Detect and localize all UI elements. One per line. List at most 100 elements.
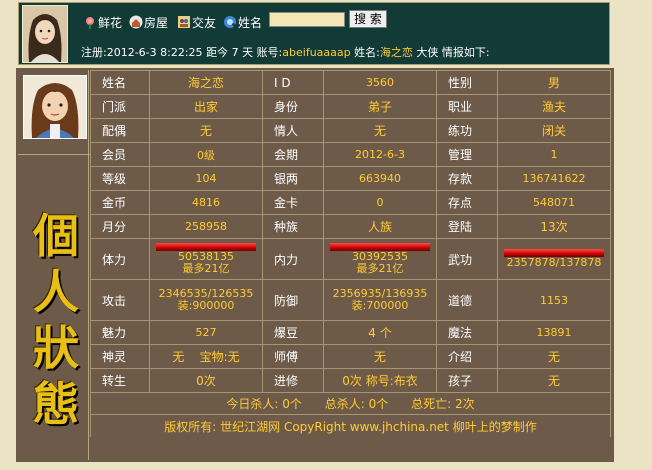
- nav-friends[interactable]: 交友: [177, 13, 216, 31]
- table-row: 体力 50538135 最多21亿 内力 30392535 最多21亿 武功 2…: [90, 238, 611, 280]
- side-divider: [18, 154, 90, 155]
- stat-label: 情人: [262, 118, 324, 143]
- table-row: 转生 0次 进修 0次 称号:布衣 孩子 无: [90, 368, 611, 393]
- stat-label: 存点: [436, 190, 498, 215]
- stat-value-sect: 出家: [149, 94, 263, 119]
- stat-value-term: 2012-6-3: [323, 142, 437, 167]
- table-row: 神灵 无 宝物:无 师傅 无 介绍 无: [90, 344, 611, 369]
- stat-value-child: 无: [497, 368, 611, 393]
- stat-label: 会期: [262, 142, 324, 167]
- stat-label: 介绍: [436, 344, 498, 369]
- stat-label: 登陆: [436, 214, 498, 239]
- stat-value-gender: 男: [497, 70, 611, 95]
- stat-label: 攻击: [90, 279, 150, 321]
- stat-value-master: 无: [323, 344, 437, 369]
- character-name: 海之恋: [379, 46, 413, 59]
- registration-info: 注册:2012-6-3 8:22:25 距今 7 天 账号:abeifuaaaa…: [81, 44, 490, 60]
- stat-value-member: 0级: [149, 142, 263, 167]
- stat-label: 存款: [436, 166, 498, 191]
- stat-label: 爆豆: [262, 320, 324, 345]
- stat-value-defense: 2356935/136935 装:700000: [323, 279, 437, 321]
- stat-value-level: 104: [149, 166, 263, 191]
- stats-table: 姓名 海之恋 I D 3560 性别 男 门派 出家 身份 弟子 职业 渔夫 配…: [90, 70, 611, 437]
- treasure-value: 宝物:无: [199, 350, 240, 364]
- stat-value-goldcard: 0: [323, 190, 437, 215]
- stat-value-mp: 30392535 最多21亿: [323, 238, 437, 280]
- stat-label: 银两: [262, 166, 324, 191]
- stat-label: 防御: [262, 279, 324, 321]
- martial-value: 2357878/137878: [506, 256, 602, 269]
- stat-label: 练功: [436, 118, 498, 143]
- stat-label: 身份: [262, 94, 324, 119]
- stat-value-magic: 13891: [497, 320, 611, 345]
- spirit-value: 无: [172, 350, 185, 364]
- stat-label: 种族: [262, 214, 324, 239]
- stat-value-advance: 0次 称号:布衣: [323, 368, 437, 393]
- stat-value-charm: 527: [149, 320, 263, 345]
- stat-label: 魅力: [90, 320, 150, 345]
- stat-value-id: 3560: [323, 70, 437, 95]
- stat-value-job: 渔夫: [497, 94, 611, 119]
- user-avatar[interactable]: [22, 5, 68, 63]
- stat-value-gold: 4816: [149, 190, 263, 215]
- account-name: abeifuaaaap: [282, 46, 351, 59]
- stat-value-beans: 4 个: [323, 320, 437, 345]
- defense-equip: 装:700000: [351, 299, 409, 312]
- search-button[interactable]: 搜 索: [349, 10, 387, 28]
- mp-max: 最多21亿: [356, 262, 404, 275]
- stat-value-silver: 663940: [323, 166, 437, 191]
- stat-label: 进修: [262, 368, 324, 393]
- nav-friends-label: 交友: [192, 15, 217, 30]
- total-deaths: 总死亡: 2次: [411, 397, 475, 411]
- stat-value-referrer: 无: [497, 344, 611, 369]
- stat-label: 性别: [436, 70, 498, 95]
- reg-label: 注册:: [81, 46, 107, 59]
- table-row: 姓名 海之恋 I D 3560 性别 男: [90, 70, 611, 95]
- nav-house-label: 房屋: [144, 15, 169, 30]
- search-icon: [223, 15, 237, 29]
- stat-label: 师傅: [262, 344, 324, 369]
- stat-value-martial: 2357878/137878: [497, 238, 611, 280]
- stat-label: 金卡: [262, 190, 324, 215]
- stat-label: 转生: [90, 368, 150, 393]
- stat-value-hp: 50538135 最多21亿: [149, 238, 263, 280]
- table-row: 金币 4816 金卡 0 存点 548071: [90, 190, 611, 215]
- stat-label: 等级: [90, 166, 150, 191]
- account-label: 账号:: [256, 46, 283, 59]
- stat-value-morality: 1153: [497, 279, 611, 321]
- side-title-char-2: 人: [33, 265, 79, 319]
- stat-value-identity: 弟子: [323, 94, 437, 119]
- hp-max: 最多21亿: [182, 262, 230, 275]
- stat-value-rebirth: 0次: [149, 368, 263, 393]
- stat-label: 孩子: [436, 368, 498, 393]
- kill-summary: 今日杀人: 0个 总杀人: 0个 总死亡: 2次: [90, 392, 611, 415]
- ago-label: 距今: [206, 46, 229, 59]
- stat-label: 体力: [90, 238, 150, 280]
- nav-house[interactable]: 房屋: [129, 13, 168, 31]
- stat-label: 魔法: [436, 320, 498, 345]
- stat-value-logins: 13次: [497, 214, 611, 239]
- nav-flowers[interactable]: 鲜花: [83, 13, 122, 31]
- ago-days: 7: [231, 46, 239, 59]
- advance-value: 0次: [342, 374, 362, 388]
- stat-label: 会员: [90, 142, 150, 167]
- table-row: 月分 258958 种族 人族 登陆 13次: [90, 214, 611, 239]
- stat-value-spirit: 无 宝物:无: [149, 344, 263, 369]
- house-icon: [129, 15, 143, 29]
- stat-value-admin: 1: [497, 142, 611, 167]
- table-row: 魅力 527 爆豆 4 个 魔法 13891: [90, 320, 611, 345]
- status-panel: 個 人 狀 態 姓名 海之恋 I D 3560 性别 男 门派 出家 身份 弟子…: [16, 68, 614, 462]
- reg-date: 2012-6-3 8:22:25: [106, 46, 203, 59]
- summary-row: 今日杀人: 0个 总杀人: 0个 总死亡: 2次: [90, 392, 611, 415]
- top-bar: 鲜花 房屋 交友 姓名 搜 索 注册:2012-6-3 8:22:25 距今 7…: [18, 2, 610, 65]
- table-row: 等级 104 银两 663940 存款 136741622: [90, 166, 611, 191]
- nav-name-search: 姓名: [223, 13, 262, 31]
- title-value: 布衣: [393, 374, 418, 388]
- table-row: 配偶 无 情人 无 练功 闭关: [90, 118, 611, 143]
- stat-value-points: 548071: [497, 190, 611, 215]
- search-input[interactable]: [269, 12, 345, 27]
- stat-label: 月分: [90, 214, 150, 239]
- stat-label: 武功: [436, 238, 498, 280]
- stat-label: 道德: [436, 279, 498, 321]
- stat-label: 内力: [262, 238, 324, 280]
